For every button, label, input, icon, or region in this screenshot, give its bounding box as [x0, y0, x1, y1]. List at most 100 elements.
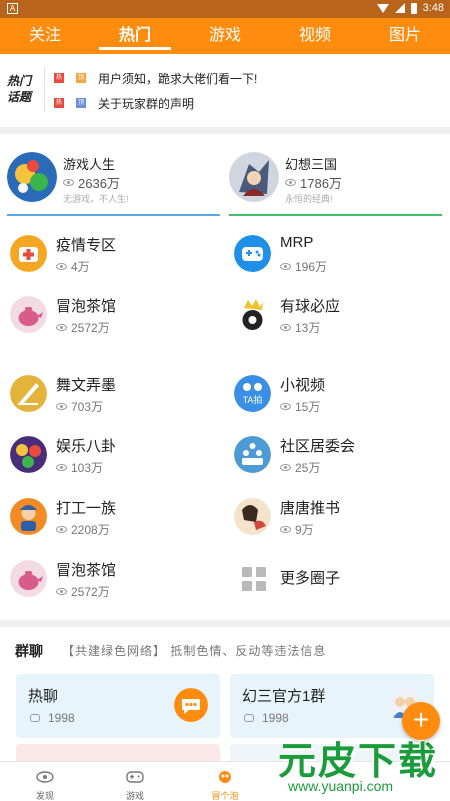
view-count: 15万	[280, 398, 320, 415]
circle-name: 有球必应	[280, 298, 341, 315]
circle-name: 幻想三国	[285, 157, 338, 172]
notice-text: 关于玩家群的声明	[98, 96, 195, 111]
hot-topics-panel	[0, 54, 450, 126]
chat-bubble-icon	[244, 714, 254, 722]
circle-name: 冒泡茶馆	[56, 298, 117, 315]
view-count: 703万	[56, 398, 103, 415]
circle-slogan: 无游戏，不人生!	[63, 194, 129, 204]
writing-brush-icon	[10, 375, 47, 412]
battery-icon	[410, 2, 417, 14]
circle-slogan: 永恒的经典!	[285, 194, 333, 204]
view-count: 2572万	[56, 583, 110, 600]
circle-name: 疫情专区	[56, 237, 117, 254]
top-tab-bar: 关注 热门 游戏 视频 图片	[0, 18, 450, 54]
underline	[7, 214, 220, 216]
site-watermark: 元皮下载 www.yuanpi.com	[278, 741, 439, 794]
eye-icon	[285, 179, 296, 186]
nav-games[interactable]: 游戏	[90, 762, 180, 801]
tab-video[interactable]: 视频	[270, 18, 360, 54]
circle-item[interactable]: 冒泡茶馆 2572万	[10, 557, 220, 607]
circle-name: 打工一族	[56, 500, 117, 517]
circle-item[interactable]: TA拍 小视频 15万	[234, 372, 444, 422]
circle-item[interactable]: 有球必应 13万	[234, 293, 444, 343]
clock: 3:48	[422, 2, 444, 14]
grid-icon	[242, 567, 266, 591]
divider	[44, 66, 45, 112]
game-life-avatar-icon	[7, 152, 57, 202]
featured-circle[interactable]: 游戏人生 2636万 无游戏，不人生!	[7, 150, 220, 216]
short-video-icon: TA拍	[234, 375, 271, 412]
circle-item[interactable]: MRP 196万	[234, 232, 444, 282]
view-count: 2208万	[56, 521, 110, 538]
eye-icon	[63, 179, 74, 186]
member-count: 1998	[30, 711, 75, 725]
view-count: 103万	[56, 459, 103, 476]
eye-icon	[280, 464, 291, 471]
circle-name: 冒泡茶馆	[56, 562, 117, 579]
notice-item[interactable]: 热 顶 关于玩家群的声明	[54, 94, 194, 112]
status-icons: 3:48	[376, 2, 444, 14]
circle-name: 娱乐八卦	[56, 438, 117, 455]
eye-icon	[280, 403, 291, 410]
notice-text: 用户须知，跪求大佬们看一下!	[98, 71, 258, 86]
eye-icon	[56, 588, 67, 595]
pinned-badge: 顶	[76, 73, 86, 83]
mrp-gamepad-icon	[234, 235, 271, 272]
group-card[interactable]: 热聊 1998	[16, 674, 220, 738]
eye-icon	[56, 464, 67, 471]
bubble-nav-icon	[219, 771, 231, 783]
chat-icon	[174, 688, 208, 722]
nav-bubble[interactable]: 冒个泡	[180, 762, 270, 801]
group-chat-title: 群聊	[15, 643, 43, 659]
group-name: 热聊	[28, 688, 59, 705]
group-name: 幻三官方1群	[242, 688, 326, 705]
epidemic-icon	[10, 235, 47, 272]
tab-images[interactable]: 图片	[360, 18, 450, 54]
more-circles-button[interactable]: 更多圈子	[234, 557, 444, 607]
view-count: 4万	[56, 258, 90, 275]
chat-bubble-icon	[30, 714, 40, 722]
eye-icon	[56, 263, 67, 270]
circle-item[interactable]: 舞文弄墨 703万	[10, 372, 220, 422]
hot-badge: 热	[54, 98, 64, 108]
circle-name: 小视频	[280, 377, 326, 394]
worker-icon	[10, 498, 47, 535]
teapot-icon	[10, 560, 47, 597]
circle-item[interactable]: 娱乐八卦 103万	[10, 433, 220, 483]
circle-item[interactable]: 疫情专区 4万	[10, 232, 220, 282]
circle-item[interactable]: 唐唐推书 9万	[234, 495, 444, 545]
notification-icon: A	[7, 3, 18, 14]
group-chat-notice: 【共建绿色网络】 抵制色情、反动等违法信息	[62, 644, 327, 658]
tab-hot[interactable]: 热门	[90, 18, 180, 54]
fantasy-three-kingdoms-avatar-icon	[229, 152, 279, 202]
nav-discover[interactable]: 发现	[0, 762, 90, 801]
notice-item[interactable]: 热 顶 用户须知，跪求大佬们看一下!	[54, 69, 257, 87]
entertainment-gossip-icon	[10, 436, 47, 473]
featured-circle[interactable]: 幻想三国 1786万 永恒的经典!	[229, 150, 442, 216]
signal-icon	[394, 3, 405, 13]
underline	[229, 214, 442, 216]
circle-name: 更多圈子	[280, 570, 341, 587]
book-recommendation-icon	[234, 498, 271, 535]
circle-item[interactable]: 冒泡茶馆 2572万	[10, 293, 220, 343]
eye-icon	[56, 526, 67, 533]
eye-icon	[56, 324, 67, 331]
view-count: 13万	[280, 319, 320, 336]
eye-nav-icon	[36, 771, 54, 783]
view-count: 1786万	[285, 173, 342, 192]
eye-icon	[280, 526, 291, 533]
circle-name: 社区居委会	[280, 438, 356, 455]
football-icon	[234, 296, 271, 333]
circle-name: 唐唐推书	[280, 500, 341, 517]
member-count: 1998	[244, 711, 289, 725]
circle-name: MRP	[280, 234, 314, 251]
circle-item[interactable]: 社区居委会 25万	[234, 433, 444, 483]
view-count: 2572万	[56, 319, 110, 336]
status-bar: A 3:48	[0, 0, 450, 18]
pinned-badge: 顶	[76, 98, 86, 108]
tab-games[interactable]: 游戏	[180, 18, 270, 54]
view-count: 196万	[280, 258, 327, 275]
circle-item[interactable]: 打工一族 2208万	[10, 495, 220, 545]
tab-follow[interactable]: 关注	[0, 18, 90, 54]
eye-icon	[280, 324, 291, 331]
